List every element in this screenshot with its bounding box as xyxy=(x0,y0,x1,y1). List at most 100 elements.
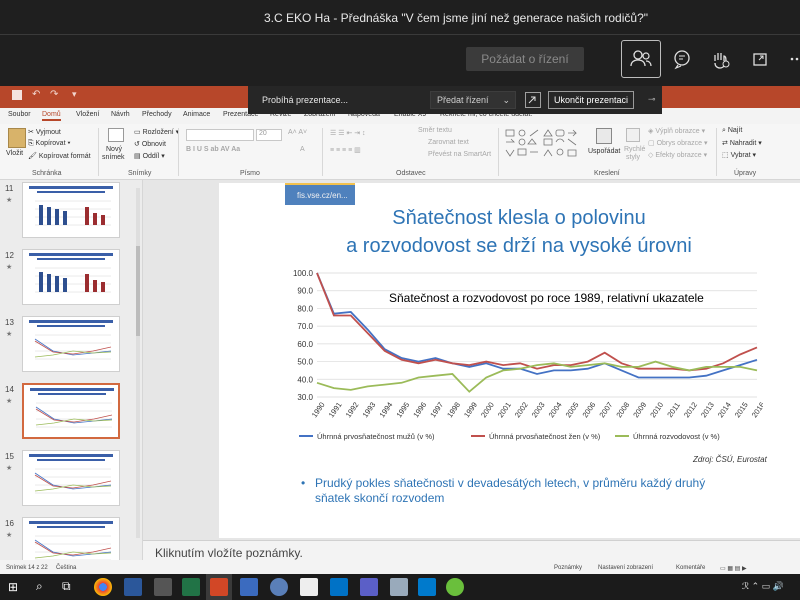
find-label: Najít xyxy=(727,127,743,134)
new-slide-icon[interactable] xyxy=(108,128,124,142)
thumbnail-number: 15 xyxy=(5,452,14,461)
notifications-area[interactable]: ℛ ⌃ ▭ 🔊 xyxy=(742,581,784,592)
reset-label: Obnovit xyxy=(141,141,166,148)
app-green-icon[interactable] xyxy=(446,578,464,596)
y-tick-label: 70.0 xyxy=(297,322,313,331)
powerpoint-icon xyxy=(12,90,22,100)
paste-button[interactable]: Vložit xyxy=(6,150,23,157)
share-screen-icon[interactable] xyxy=(745,44,775,74)
display-settings-button[interactable]: Nastavení zobrazení xyxy=(598,565,653,571)
windows-taskbar: ⊞ ⌕ ⧉ ℛ ⌃ ▭ 🔊 xyxy=(0,574,800,600)
app-icon[interactable] xyxy=(390,578,408,596)
include-sound-icon[interactable] xyxy=(525,92,541,108)
divider xyxy=(0,34,800,35)
new-slide-button[interactable]: Nový xyxy=(106,146,122,153)
tab-file[interactable]: Soubor xyxy=(8,111,31,118)
select-button[interactable]: ⬚ Vybrat ▾ xyxy=(722,151,756,159)
tab-insert[interactable]: Vložení xyxy=(76,111,99,118)
font-color-icon[interactable]: A xyxy=(300,146,305,153)
redo-icon[interactable]: ↷ xyxy=(50,89,58,100)
align-text-button[interactable]: Zarovnat text xyxy=(428,139,469,146)
layout-button[interactable]: ▭ Rozložení ▾ xyxy=(134,128,179,136)
meeting-title: 3.C EKO Ha - Přednáška "V čem jsme jiní … xyxy=(263,11,648,25)
notes-pane[interactable]: Kliknutím vložíte poznámky. xyxy=(143,540,800,564)
animation-star-icon: ★ xyxy=(6,398,13,405)
align-buttons[interactable]: ≡ ≡ ≡ ≡ ▥ xyxy=(330,146,361,154)
slide-bullet-text: Prudký pokles sňatečnosti v devadesátých… xyxy=(315,476,706,505)
slide-thumbnail[interactable] xyxy=(22,383,120,439)
text-direction-button[interactable]: Směr textu xyxy=(418,127,452,134)
font-style-buttons[interactable]: B I U S ab AV Aa xyxy=(186,146,240,153)
slide-thumbnail[interactable] xyxy=(22,249,120,305)
tab-home[interactable]: Domů xyxy=(42,111,61,121)
save-app-icon[interactable] xyxy=(240,578,258,596)
shapes-gallery[interactable] xyxy=(504,128,582,160)
x-tick-label: 2007 xyxy=(597,400,614,419)
notepad-icon[interactable] xyxy=(300,578,318,596)
x-tick-label: 2011 xyxy=(665,401,682,419)
arrange-icon[interactable] xyxy=(596,128,612,144)
x-tick-label: 2005 xyxy=(564,400,581,419)
powerpoint-taskbar-icon[interactable] xyxy=(210,578,228,596)
quick-styles-icon[interactable] xyxy=(626,128,640,142)
give-control-select[interactable]: Předat řízení ⌄ xyxy=(430,91,516,109)
windows-start-icon[interactable]: ⊞ xyxy=(8,580,18,594)
slide-thumbnail[interactable] xyxy=(22,517,120,560)
find-button[interactable]: ⌕ Najít xyxy=(722,127,742,135)
comments-button[interactable]: Komentáře xyxy=(676,565,705,571)
group-clipboard: Schránka xyxy=(32,170,62,177)
arrange-button[interactable]: Uspořádat xyxy=(588,148,620,155)
chrome-icon[interactable] xyxy=(94,578,112,596)
shape-fill-button[interactable]: ◈ Výplň obrazce ▾ xyxy=(648,127,705,135)
more-options-icon[interactable] xyxy=(782,44,800,74)
copy-button[interactable]: ⎘ Kopírovat ▾ xyxy=(28,140,70,148)
legend-label: Úhrnná prvosňatečnost mužů (v %) xyxy=(317,432,435,441)
outlook-icon[interactable] xyxy=(330,578,348,596)
tab-animations[interactable]: Animace xyxy=(183,111,210,118)
app-icon[interactable] xyxy=(154,578,172,596)
teams-icon[interactable] xyxy=(360,578,378,596)
excel-icon[interactable] xyxy=(182,578,200,596)
cut-button[interactable]: ✂ Vyjmout xyxy=(28,128,61,136)
font-size-input[interactable]: 20 xyxy=(256,129,282,141)
scrollbar-thumb[interactable] xyxy=(136,246,140,336)
reset-button[interactable]: ↺ Obnovit xyxy=(134,140,166,148)
thumbnail-scrollbar[interactable] xyxy=(136,188,140,538)
slide-thumbnail[interactable] xyxy=(22,316,120,372)
font-name-input[interactable] xyxy=(186,129,254,141)
task-view-icon[interactable]: ⧉ xyxy=(62,579,71,594)
shape-fill-label: Výplň obrazce xyxy=(655,128,700,135)
pin-icon[interactable]: ⊸ xyxy=(648,94,656,105)
slide-thumbnail[interactable] xyxy=(22,182,120,238)
participants-button[interactable] xyxy=(621,40,661,78)
slide-title-line1: Sňatečnost klesla o polovinu xyxy=(392,207,646,229)
app-r-icon[interactable] xyxy=(270,578,288,596)
shape-outline-button[interactable]: ▢ Obrys obrazce ▾ xyxy=(648,139,708,147)
tab-design[interactable]: Návrh xyxy=(111,111,130,118)
smartart-button[interactable]: Převést na SmartArt xyxy=(428,151,491,158)
shape-effects-button[interactable]: ◇ Efekty obrazce ▾ xyxy=(648,151,707,159)
quick-styles-button[interactable]: Rychlé xyxy=(624,146,645,153)
current-slide[interactable]: fis.vse.cz/en... Sňatečnost klesla o pol… xyxy=(219,183,800,538)
vscode-icon[interactable] xyxy=(418,578,436,596)
view-buttons[interactable]: ▭ ▦ ▤ ▶ xyxy=(720,565,747,572)
list-buttons[interactable]: ☰ ☰ ⇤ ⇥ ↕ xyxy=(330,129,366,137)
replace-button[interactable]: ⇄ Nahradit ▾ xyxy=(722,139,762,147)
notes-toggle[interactable]: Poznámky xyxy=(554,565,582,571)
format-painter-button[interactable]: 🖌 Kopírovat formát xyxy=(28,152,91,160)
raise-hand-icon[interactable] xyxy=(705,44,735,74)
paste-icon[interactable] xyxy=(8,128,26,148)
section-button[interactable]: ▤ Oddíl ▾ xyxy=(134,152,165,160)
word-icon[interactable] xyxy=(124,578,142,596)
stop-presenting-button[interactable]: Ukončit prezentaci xyxy=(548,91,634,109)
undo-icon[interactable]: ↶ xyxy=(32,89,40,100)
x-tick-label: 2015 xyxy=(733,400,750,419)
tab-transitions[interactable]: Přechody xyxy=(142,111,172,118)
slide-thumbnail[interactable] xyxy=(22,450,120,506)
font-grow-icon[interactable]: A˄ A˅ xyxy=(288,129,307,136)
chat-icon[interactable] xyxy=(667,44,697,74)
search-icon[interactable]: ⌕ xyxy=(36,579,43,594)
language-indicator[interactable]: Čeština xyxy=(56,565,76,571)
customize-icon[interactable]: ▾ xyxy=(72,89,77,100)
request-control-button[interactable]: Požádat o řízení xyxy=(466,47,584,71)
